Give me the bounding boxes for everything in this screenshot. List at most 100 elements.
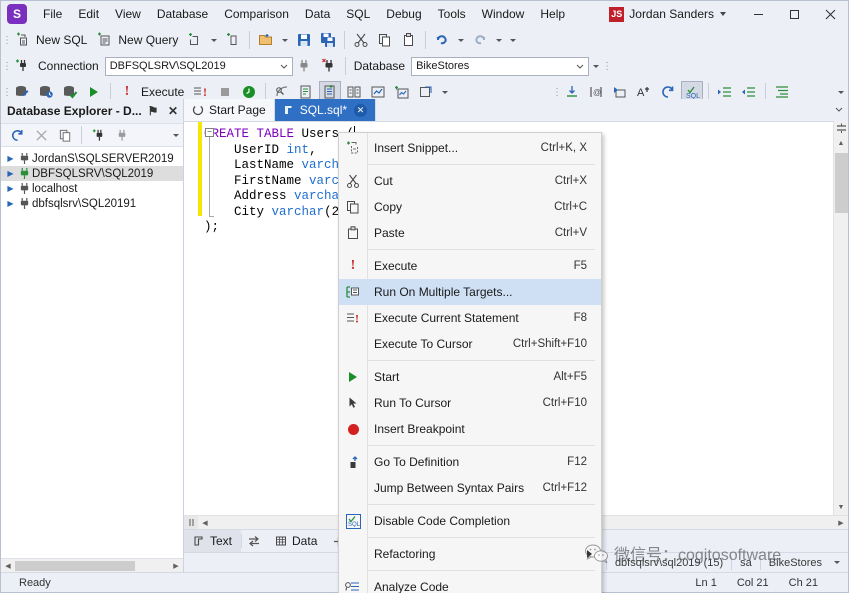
- expand-chevron-right-icon[interactable]: ▶: [5, 184, 16, 193]
- expand-chevron-right-icon[interactable]: ▶: [5, 199, 16, 208]
- right-toolbar-overflow-icon[interactable]: [838, 90, 844, 94]
- redo-button[interactable]: [469, 29, 491, 51]
- menu-tools[interactable]: Tools: [430, 3, 474, 25]
- user-avatar[interactable]: JS: [609, 6, 625, 22]
- toolbar-grip[interactable]: [3, 57, 10, 75]
- disconnect-button[interactable]: [30, 124, 52, 146]
- tab-text-results[interactable]: Text: [184, 530, 242, 552]
- new-query-label[interactable]: New Query: [116, 29, 183, 51]
- scrollbar-thumb[interactable]: [834, 153, 848, 213]
- save-button[interactable]: [293, 29, 315, 51]
- toolbar-grip[interactable]: [3, 31, 10, 49]
- connection-button[interactable]: [111, 124, 133, 146]
- duplicate-connection-button[interactable]: [54, 124, 76, 146]
- split-vertical-handle[interactable]: [184, 516, 198, 529]
- menu-file[interactable]: File: [35, 3, 70, 25]
- expand-chevron-right-icon[interactable]: ▶: [5, 169, 16, 178]
- menu-window[interactable]: Window: [474, 3, 533, 25]
- menu-data[interactable]: Data: [297, 3, 338, 25]
- menu-item-go-to-definition[interactable]: Go To Definition F12: [339, 449, 601, 475]
- menu-help[interactable]: Help: [532, 3, 573, 25]
- expand-chevron-right-icon[interactable]: ▶: [5, 154, 16, 163]
- menu-item-cut[interactable]: Cut Ctrl+X: [339, 168, 601, 194]
- menu-item-insert-snippet[interactable]: Insert Snippet... Ctrl+K, X: [339, 135, 601, 161]
- tabstrip-overflow-chevron-down-icon[interactable]: [834, 99, 844, 121]
- explorer-horizontal-scrollbar[interactable]: ◀ ▶: [1, 558, 183, 572]
- menu-comparison[interactable]: Comparison: [216, 3, 297, 25]
- editor-vertical-scrollbar[interactable]: ▲ ▼: [833, 121, 848, 515]
- tree-item-server[interactable]: ▶ localhost: [1, 181, 183, 196]
- add-connection-button[interactable]: [11, 55, 33, 77]
- menu-item-disable-code-completion[interactable]: SQL Disable Code Completion: [339, 508, 601, 534]
- scroll-up-arrow-icon[interactable]: ▲: [834, 136, 849, 151]
- tree-item-server[interactable]: ▶ JordanS\SQLSERVER2019: [1, 151, 183, 166]
- redo-chevron-down-icon[interactable]: [496, 38, 503, 42]
- menu-item-execute-current-statement[interactable]: ! Execute Current Statement F8: [339, 305, 601, 331]
- pin-icon[interactable]: ⚑: [143, 101, 163, 121]
- tree-item-server[interactable]: ▶ dbfsqlsrv\SQL20191: [1, 196, 183, 211]
- explorer-close-icon[interactable]: ✕: [163, 101, 183, 121]
- tab-data-results[interactable]: Data: [266, 530, 326, 552]
- explorer-overflow-chevron-down-icon[interactable]: [173, 133, 179, 137]
- code-fold-toggle-icon[interactable]: −: [205, 128, 214, 137]
- connection-combo[interactable]: DBFSQLSRV\SQL2019: [104, 56, 293, 76]
- menu-database[interactable]: Database: [149, 3, 216, 25]
- new-sql-label[interactable]: New SQL: [34, 29, 92, 51]
- scroll-left-arrow-icon[interactable]: ◀: [198, 519, 212, 527]
- menu-item-execute-to-cursor[interactable]: Execute To Cursor Ctrl+Shift+F10: [339, 331, 601, 357]
- tree-item-server[interactable]: ▶ DBFSQLSRV\SQL2019: [1, 166, 183, 181]
- open-folder-chevron-down-icon[interactable]: [282, 38, 289, 42]
- user-menu-chevron-down-icon[interactable]: [720, 12, 726, 16]
- undo-chevron-down-icon[interactable]: [458, 38, 465, 42]
- maximize-button[interactable]: [776, 1, 812, 27]
- connection-combo-chevron-down-icon[interactable]: [276, 58, 292, 75]
- open-folder-button[interactable]: [255, 29, 277, 51]
- menu-edit[interactable]: Edit: [70, 3, 107, 25]
- menu-item-paste[interactable]: Paste Ctrl+V: [339, 220, 601, 246]
- tab-start-page[interactable]: Start Page: [184, 99, 275, 121]
- menu-view[interactable]: View: [107, 3, 149, 25]
- copy-button[interactable]: [374, 29, 396, 51]
- new-sql-button[interactable]: [11, 29, 33, 51]
- save-all-button[interactable]: [317, 29, 339, 51]
- connection-toolbar-overflow-icon[interactable]: [593, 64, 600, 68]
- refresh-button[interactable]: [6, 124, 28, 146]
- menu-item-insert-breakpoint[interactable]: Insert Breakpoint: [339, 416, 601, 442]
- tab-sql-sql[interactable]: SQL.sql* ✕: [274, 99, 377, 121]
- new-file-button[interactable]: [184, 29, 206, 51]
- paste-button[interactable]: [398, 29, 420, 51]
- scrollbar-track[interactable]: [834, 213, 849, 500]
- cut-button[interactable]: [350, 29, 372, 51]
- scroll-right-arrow-icon[interactable]: ▶: [834, 519, 848, 527]
- menu-item-refactoring[interactable]: Refactoring: [339, 541, 601, 567]
- scroll-left-arrow-icon[interactable]: ◀: [1, 562, 15, 570]
- split-editor-handle[interactable]: [834, 121, 849, 136]
- menu-debug[interactable]: Debug: [378, 3, 429, 25]
- toolbar-grip[interactable]: [603, 57, 610, 75]
- tab-close-icon[interactable]: ✕: [354, 103, 368, 117]
- minimize-button[interactable]: [740, 1, 776, 27]
- scroll-right-arrow-icon[interactable]: ▶: [169, 562, 183, 570]
- menu-item-run-to-cursor[interactable]: Run To Cursor Ctrl+F10: [339, 390, 601, 416]
- menu-item-execute[interactable]: ! Execute F5: [339, 253, 601, 279]
- menu-sql[interactable]: SQL: [338, 3, 378, 25]
- database-combo[interactable]: BikeStores: [411, 56, 590, 76]
- execute-toolbar-overflow-icon[interactable]: [442, 90, 449, 94]
- undo-button[interactable]: [431, 29, 453, 51]
- connection-strip-chevron-down-icon[interactable]: [834, 561, 840, 564]
- new-item-button[interactable]: [222, 29, 244, 51]
- disconnect-button[interactable]: [318, 55, 340, 77]
- connect-button[interactable]: [294, 55, 316, 77]
- menu-item-start[interactable]: Start Alt+F5: [339, 364, 601, 390]
- menu-item-copy[interactable]: Copy Ctrl+C: [339, 194, 601, 220]
- toolbar-overflow-chevron-down-icon[interactable]: [510, 38, 517, 42]
- new-file-chevron-down-icon[interactable]: [211, 38, 218, 42]
- new-query-button[interactable]: [93, 29, 115, 51]
- menu-item-analyze-code[interactable]: Analyze Code: [339, 574, 601, 593]
- close-button[interactable]: [812, 1, 848, 27]
- swap-results-button[interactable]: [242, 530, 266, 552]
- new-connection-button[interactable]: [87, 124, 109, 146]
- scrollbar-thumb[interactable]: [15, 561, 135, 571]
- scroll-down-arrow-icon[interactable]: ▼: [834, 500, 849, 515]
- menu-item-run-on-multiple-targets[interactable]: Run On Multiple Targets...: [339, 279, 601, 305]
